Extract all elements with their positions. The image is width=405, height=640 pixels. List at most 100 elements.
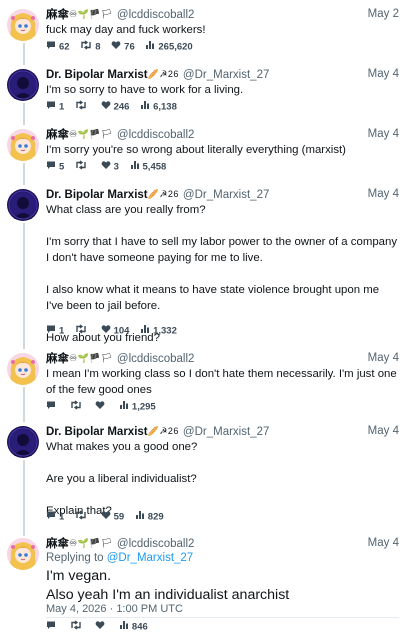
name-emoji: ♾🌱🏴🏳 xyxy=(69,129,113,139)
avatar[interactable] xyxy=(7,9,39,41)
avatar[interactable] xyxy=(7,69,39,101)
reply-button[interactable]: 5 xyxy=(46,160,64,175)
name-emoji: ♾🌱🏴🏳 xyxy=(69,9,113,19)
display-name[interactable]: Dr. Bipolar Marxist xyxy=(46,189,148,201)
retweet-button[interactable] xyxy=(75,160,90,175)
views-button[interactable]: 265,620 xyxy=(145,40,193,55)
views-button[interactable]: 829 xyxy=(135,510,164,525)
like-button[interactable]: 3 xyxy=(101,160,119,175)
like-button[interactable]: 59 xyxy=(101,510,125,525)
views-button[interactable]: 5,458 xyxy=(130,160,166,175)
tweet-actions: 1 59 829 xyxy=(46,510,172,524)
views-count: 1,295 xyxy=(131,401,156,413)
user-handle[interactable]: @lcddiscoball2 xyxy=(117,129,195,141)
tweet-text: What makes you a good one? Are you a lib… xyxy=(46,439,399,519)
avatar[interactable] xyxy=(7,129,39,161)
user-handle[interactable]: @lcddiscoball2 xyxy=(117,353,195,365)
main-tweet[interactable]: 麻傘♾🌱🏴🏳 @lcddiscoball2 May 4 Replying to @… xyxy=(0,535,405,640)
reply-button[interactable] xyxy=(46,620,59,635)
tweet[interactable]: 麻傘♾🌱🏴🏳 @lcddiscoball2 May 2 fuck may day … xyxy=(0,6,405,62)
reply-icon xyxy=(46,324,56,339)
tweet-date[interactable]: May 4 xyxy=(368,66,399,82)
views-button[interactable]: 1,295 xyxy=(119,400,156,415)
tweet-paragraph: I'm sorry that I have to sell my labor p… xyxy=(46,236,398,264)
reply-button[interactable]: 1 xyxy=(46,100,64,115)
views-count: 846 xyxy=(131,621,148,633)
user-handle[interactable]: @lcddiscoball2 xyxy=(117,538,195,550)
retweet-button[interactable] xyxy=(75,510,90,525)
retweet-button[interactable]: 8 xyxy=(80,40,101,55)
retweet-button[interactable] xyxy=(70,620,85,635)
display-name[interactable]: 麻傘 xyxy=(46,538,69,550)
like-count: 246 xyxy=(113,101,130,113)
display-name[interactable]: Dr. Bipolar Marxist xyxy=(46,426,148,438)
avatar[interactable] xyxy=(7,353,39,385)
views-button[interactable]: 846 xyxy=(119,620,148,635)
reply-button[interactable]: 62 xyxy=(46,40,70,55)
views-icon xyxy=(140,324,150,339)
user-handle[interactable]: @Dr_Marxist_27 xyxy=(183,189,269,201)
display-name[interactable]: 麻傘 xyxy=(46,9,69,21)
views-count: 6,138 xyxy=(153,101,177,113)
display-name[interactable]: 麻傘 xyxy=(46,129,69,141)
tweet-paragraph: What makes you a good one? xyxy=(46,441,198,453)
tweet[interactable]: 麻傘♾🌱🏴🏳 @lcddiscoball2 May 4 I mean I'm wo… xyxy=(0,350,405,420)
user-handle[interactable]: @Dr_Marxist_27 xyxy=(183,69,269,81)
tweet-text: I'm vegan. Also yeah I'm an individualis… xyxy=(46,567,399,605)
avatar[interactable] xyxy=(7,189,39,221)
like-count: 76 xyxy=(124,41,135,53)
avatar[interactable] xyxy=(7,426,39,458)
display-name[interactable]: 麻傘 xyxy=(46,353,69,365)
name-emoji: ♾🌱🏴🏳 xyxy=(69,353,113,363)
retweet-button[interactable] xyxy=(70,400,85,415)
like-button[interactable] xyxy=(95,400,108,415)
tweet-date[interactable]: May 4 xyxy=(368,350,399,366)
user-handle[interactable]: @lcddiscoball2 xyxy=(117,9,195,21)
views-button[interactable]: 1,332 xyxy=(140,324,177,339)
like-count: 59 xyxy=(113,511,125,523)
retweet-icon xyxy=(80,40,92,55)
reply-count: 5 xyxy=(59,161,65,173)
tweet-date[interactable]: May 4 xyxy=(368,186,399,202)
views-count: 265,620 xyxy=(158,41,193,53)
tweet-date[interactable]: May 4 xyxy=(368,535,399,551)
like-button[interactable]: 246 xyxy=(101,100,130,115)
reply-button[interactable]: 1 xyxy=(46,324,64,339)
tweet-date[interactable]: May 4 xyxy=(368,423,399,439)
tweet-text: I'm so sorry to have to work for a livin… xyxy=(46,82,399,98)
like-button[interactable]: 104 xyxy=(101,324,130,339)
views-button[interactable]: 6,138 xyxy=(140,100,177,115)
retweet-button[interactable] xyxy=(75,324,90,339)
tweet-timestamp[interactable]: May 4, 2026 · 1:00 PM UTC xyxy=(46,602,183,616)
like-count: 104 xyxy=(113,325,130,337)
tweet-paragraph: fuck may day and fuck workers! xyxy=(46,24,206,36)
tweet[interactable]: 麻傘♾🌱🏴🏳 @lcddiscoball2 May 4 I'm sorry you… xyxy=(0,126,405,182)
avatar[interactable] xyxy=(7,538,39,570)
like-button[interactable] xyxy=(95,620,108,635)
reply-button[interactable]: 1 xyxy=(46,510,64,525)
tweet-paragraph: I mean I'm working class so I don't hate… xyxy=(46,368,397,396)
heart-icon xyxy=(101,160,111,175)
reply-icon xyxy=(46,160,56,175)
retweet-count: 8 xyxy=(95,41,101,53)
tweet-actions: 846 xyxy=(46,620,156,634)
reply-count: 1 xyxy=(59,325,65,337)
tweet-actions: 5 3 5,458 xyxy=(46,160,174,174)
user-handle[interactable]: @Dr_Marxist_27 xyxy=(183,426,269,438)
reply-count: 1 xyxy=(59,511,65,523)
tweet[interactable]: Dr. Bipolar Marxist🥖☭26 @Dr_Marxist_27 Ma… xyxy=(0,423,405,529)
divider xyxy=(46,617,399,618)
retweet-icon xyxy=(70,620,82,635)
retweet-button[interactable] xyxy=(75,100,90,115)
like-button[interactable]: 76 xyxy=(111,40,135,55)
tweet[interactable]: Dr. Bipolar Marxist🥖☭26 @Dr_Marxist_27 Ma… xyxy=(0,186,405,346)
reply-button[interactable] xyxy=(46,400,59,415)
tweet[interactable]: Dr. Bipolar Marxist🥖☭26 @Dr_Marxist_27 Ma… xyxy=(0,66,405,122)
views-icon xyxy=(119,620,129,635)
tweet-date[interactable]: May 2 xyxy=(368,6,399,22)
display-name[interactable]: Dr. Bipolar Marxist xyxy=(46,69,148,81)
tweet-date[interactable]: May 4 xyxy=(368,126,399,142)
tweet-text: I'm sorry you're so wrong about literall… xyxy=(46,142,399,158)
tweet-paragraph: What class are you really from? xyxy=(46,204,206,216)
mention-link[interactable]: @Dr_Marxist_27 xyxy=(107,552,193,564)
